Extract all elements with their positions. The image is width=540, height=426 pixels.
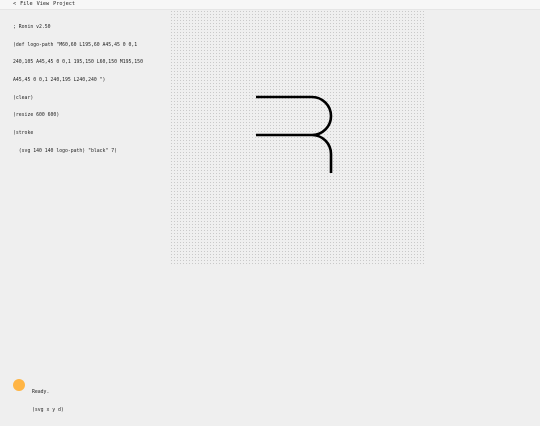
menu-view[interactable]: View	[37, 0, 50, 9]
status-area: Ready. (svg x y d)	[13, 378, 64, 426]
menu-file[interactable]: File	[20, 0, 33, 9]
canvas-drawing	[256, 95, 333, 173]
code-line: A45,45 0 0,1 240,195 L240,240 ")	[13, 77, 106, 83]
code-line: (def logo-path "M60,60 L195,60 A45,45 0 …	[13, 42, 138, 48]
menu-back-button[interactable]: <	[13, 0, 16, 9]
code-line: ; Ronin v2.50	[13, 24, 51, 30]
code-line: 240,105 A45,45 0 0,1 195,150 L60,150 M19…	[13, 60, 143, 66]
code-line: (resize 600 600)	[13, 113, 60, 119]
drawing-canvas[interactable]	[170, 10, 425, 265]
menu-project[interactable]: Project	[53, 0, 75, 9]
code-line: (clear)	[13, 95, 34, 101]
code-editor[interactable]: ; Ronin v2.50 (def logo-path "M60,60 L19…	[13, 13, 173, 161]
logo-stroke	[256, 95, 333, 173]
status-message: Ready.	[32, 390, 50, 395]
menu-bar: < File View Project	[0, 0, 540, 10]
code-line: (stroke	[13, 131, 34, 137]
status-hint: (svg x y d)	[32, 408, 64, 413]
status-indicator	[13, 379, 25, 391]
code-line: (svg 140 140 logo-path) "black" 7)	[13, 148, 117, 154]
